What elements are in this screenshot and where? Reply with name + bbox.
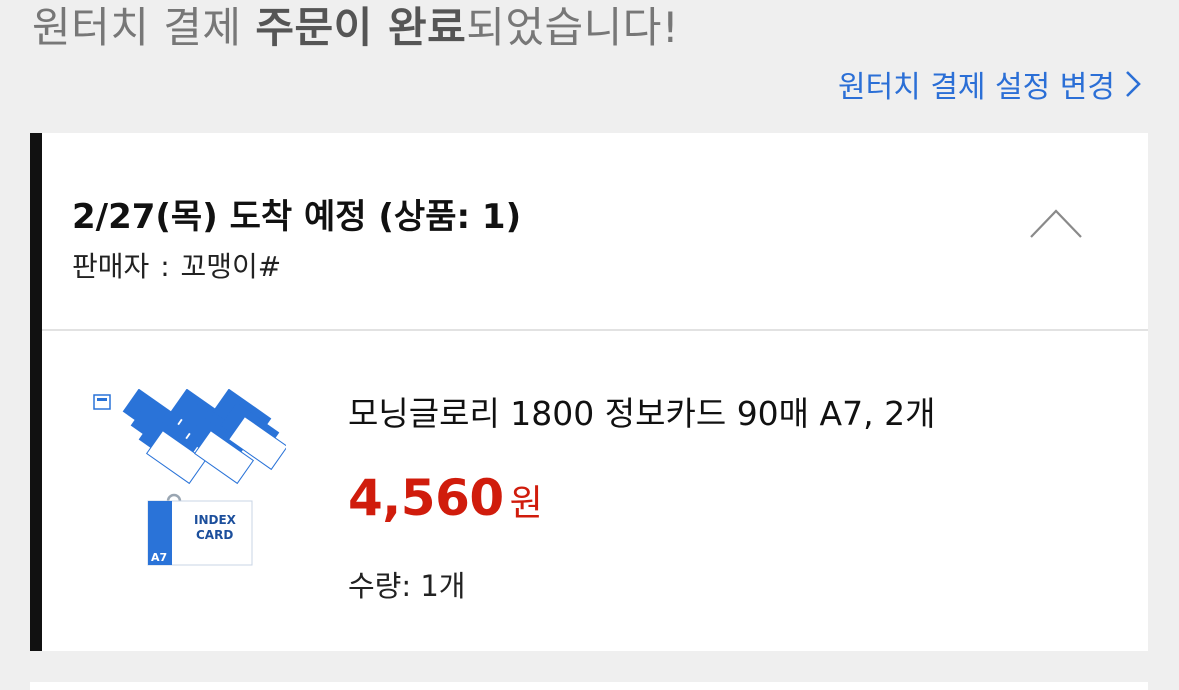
order-card-header[interactable]: 2/27(목) 도착 예정 (상품: 1) 판매자 : 꼬맹이# [42, 133, 1148, 331]
order-card: 2/27(목) 도착 예정 (상품: 1) 판매자 : 꼬맹이# INDEX C… [30, 133, 1148, 651]
next-order-card [30, 682, 1148, 690]
arrival-date-title: 2/27(목) 도착 예정 (상품: 1) [72, 197, 522, 237]
product-quantity: 수량: 1개 [348, 563, 466, 605]
product-price: 4,560 원 [348, 469, 543, 527]
headline-emphasis: 주문이 완료 [255, 3, 467, 52]
seller-separator: : [160, 250, 170, 283]
order-complete-screen: 원터치 결제 주문이 완료되었습니다! 원터치 결제 설정 변경 2/27(목)… [0, 0, 1179, 690]
index-card-size: A7 [151, 551, 167, 564]
index-card-title-line2: CARD [196, 528, 233, 542]
headline-suffix: 되었습니다! [466, 3, 680, 52]
headline-prefix: 원터치 결제 [32, 3, 256, 52]
chevron-right-icon [1126, 71, 1141, 97]
order-item[interactable]: INDEX CARD A7 모닝글로리 1800 정보카드 90매 A7, 2개… [42, 331, 1148, 649]
seller-info: 판매자 : 꼬맹이# [72, 245, 281, 285]
onetouch-settings-link[interactable]: 원터치 결제 설정 변경 [838, 62, 1141, 106]
order-complete-headline: 원터치 결제 주문이 완료되었습니다! [32, 0, 679, 55]
product-name[interactable]: 모닝글로리 1800 정보카드 90매 A7, 2개 [348, 387, 935, 435]
brand-badge-stripe [97, 398, 107, 401]
settings-link-label: 원터치 결제 설정 변경 [837, 70, 1115, 105]
chevron-up-icon[interactable] [1028, 205, 1084, 241]
product-thumbnail: INDEX CARD A7 [93, 389, 286, 566]
quantity-label: 수량: [348, 569, 412, 603]
index-card-title-line1: INDEX [194, 513, 237, 527]
quantity-value: 1개 [420, 569, 466, 603]
price-value: 4,560 [348, 469, 504, 527]
seller-name: 꼬맹이# [180, 250, 282, 283]
seller-label: 판매자 [72, 250, 150, 283]
price-currency: 원 [509, 483, 543, 524]
brand-badge [93, 394, 111, 410]
